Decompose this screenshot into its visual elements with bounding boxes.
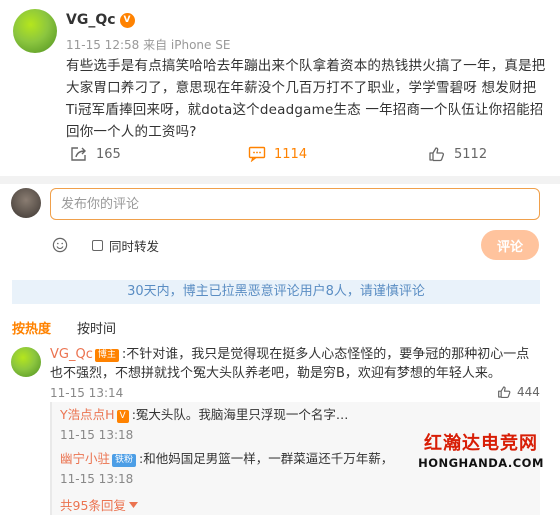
more-replies-label: 共95条回复 xyxy=(60,498,126,513)
emoji-icon[interactable] xyxy=(52,237,68,253)
comment-avatar[interactable] xyxy=(11,347,41,377)
vip-badge-icon: V xyxy=(119,12,135,28)
reply-author[interactable]: Y浩点点H xyxy=(60,407,115,422)
share-icon xyxy=(71,147,86,161)
comment-time: 11-15 13:14 xyxy=(50,386,124,400)
reply-text: :冤大头队。我脑海里只浮现一个名字… xyxy=(131,407,349,422)
post-action-bar: 165 1114 5112 xyxy=(0,146,560,172)
current-user-avatar xyxy=(11,188,41,218)
reply-item: 幽宁小驻 铁粉:和他妈国足男篮一样，一群菜逼还千万年薪， xyxy=(60,450,393,468)
share-button[interactable]: 165 xyxy=(70,146,121,162)
tab-sort-time[interactable]: 按时间 xyxy=(77,318,116,337)
post-text: 有些选手是有点搞笑哈哈去年蹦出来个队拿着资本的热钱拱火搞了一年，真是把大家胃口养… xyxy=(66,58,546,140)
watermark-cn: 红瀚达电竞网 xyxy=(424,433,538,454)
forward-checkbox[interactable] xyxy=(92,240,103,251)
reply-time: 11-15 13:18 xyxy=(60,472,134,486)
forward-toggle[interactable]: 同时转发 xyxy=(92,236,159,255)
more-replies-link[interactable]: 共95条回复 xyxy=(60,495,138,514)
post-author[interactable]: VG_Qc V xyxy=(66,12,135,28)
comment-count: 1114 xyxy=(274,146,308,162)
blocked-users-notice: 30天内，博主已拉黑恶意评论用户8人，请谨慎评论 xyxy=(12,280,540,304)
post-meta: 11-15 12:58 来自 iPhone SE xyxy=(66,38,231,52)
tab-sort-hot[interactable]: 按热度 xyxy=(12,318,51,337)
watermark-en: HONGHANDA.COM xyxy=(418,456,544,470)
reply-text: :和他妈国足男篮一样，一群菜逼还千万年薪， xyxy=(139,451,394,466)
submit-comment-button[interactable]: 评论 xyxy=(481,230,539,260)
comment-input[interactable] xyxy=(50,188,540,220)
share-count: 165 xyxy=(96,146,121,162)
fan-badge: 铁粉 xyxy=(112,454,137,467)
section-divider xyxy=(0,176,560,184)
chevron-down-icon xyxy=(128,501,138,508)
comment-like-button[interactable]: 444 xyxy=(497,385,540,399)
author-tag: 博主 xyxy=(94,349,119,362)
vip-badge-icon: V xyxy=(116,410,129,423)
comment-text: :不针对谁，我只是觉得现在挺多人心态怪怪的，要争冠的那种初心一点也不强烈，不想拼… xyxy=(50,347,530,381)
comment-author[interactable]: VG_Qc xyxy=(50,347,93,362)
thumbs-up-icon xyxy=(498,386,511,398)
reply-time: 11-15 13:18 xyxy=(60,428,134,442)
forward-label: 同时转发 xyxy=(109,239,160,254)
like-button[interactable]: 5112 xyxy=(428,146,487,162)
like-count: 5112 xyxy=(454,146,488,162)
post-author-name[interactable]: VG_Qc xyxy=(66,12,116,28)
reply-item: Y浩点点H V:冤大头队。我脑海里只浮现一个名字… xyxy=(60,406,348,424)
reply-author[interactable]: 幽宁小驻 xyxy=(60,451,110,466)
comment-body: VG_Qc 博主:不针对谁，我只是觉得现在挺多人心态怪怪的，要争冠的那种初心一点也… xyxy=(50,345,540,383)
comment-like-count: 444 xyxy=(517,385,540,399)
site-watermark: 红瀚达电竞网 HONGHANDA.COM xyxy=(402,432,560,470)
author-avatar[interactable] xyxy=(13,9,57,53)
comment-button[interactable]: 1114 xyxy=(248,146,307,162)
thumbs-up-icon xyxy=(429,147,445,162)
comment-icon xyxy=(248,146,266,162)
